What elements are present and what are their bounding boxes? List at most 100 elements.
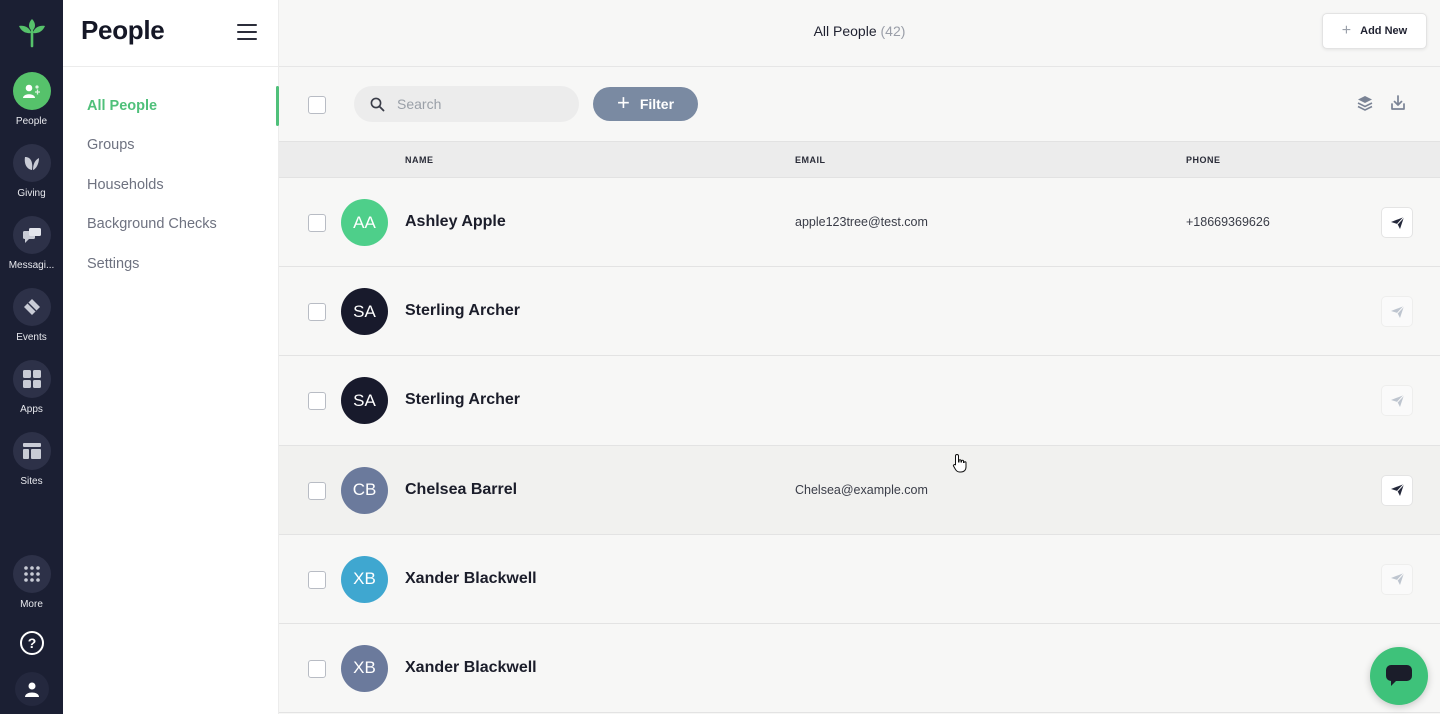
chat-icon (12, 216, 51, 254)
rail-label: Sites (20, 476, 43, 487)
search-box[interactable] (354, 86, 579, 122)
avatar: AA (341, 199, 388, 246)
section-title: People (81, 15, 165, 45)
people-list: AA Ashley Apple apple123tree@test.com +1… (279, 178, 1440, 714)
person-name[interactable]: Ashley Apple (405, 213, 506, 231)
table-row[interactable]: CB Chelsea Barrel Chelsea@example.com (279, 445, 1440, 535)
rail-label: Events (16, 332, 47, 343)
search-icon (370, 97, 385, 111)
table-row[interactable]: XB Xander Blackwell (279, 534, 1440, 624)
send-message-button[interactable] (1381, 207, 1413, 238)
person-name[interactable]: Chelsea Barrel (405, 481, 517, 499)
rail-item-people[interactable]: People (0, 72, 63, 127)
row-checkbox[interactable] (308, 392, 326, 411)
help-icon: ? (19, 631, 44, 655)
chat-bubble-icon (1386, 665, 1412, 686)
layout-icon (12, 432, 51, 470)
table-header: NAME EMAIL PHONE (279, 141, 1440, 178)
person-email: Chelsea@example.com (795, 482, 928, 497)
rail-item-events[interactable]: Events (0, 288, 63, 343)
avatar: XB (341, 644, 388, 692)
section-sidebar: People All People Groups Households Back… (63, 0, 279, 714)
nav-item-groups[interactable]: Groups (63, 126, 279, 166)
download-icon[interactable] (1389, 94, 1407, 112)
svg-text:?: ? (27, 635, 36, 651)
row-checkbox[interactable] (308, 303, 326, 322)
table-row[interactable]: XB Xander Blackwell (279, 623, 1440, 714)
column-header-phone[interactable]: PHONE (1186, 155, 1221, 165)
paper-plane-icon (1390, 483, 1404, 497)
row-checkbox[interactable] (308, 481, 326, 500)
list-toolbar: + Filter (279, 68, 1440, 141)
person-name[interactable]: Xander Blackwell (405, 659, 537, 677)
row-checkbox[interactable] (308, 659, 326, 678)
column-header-name[interactable]: NAME (405, 155, 434, 165)
leaf-icon (12, 144, 51, 182)
rail-item-apps[interactable]: Apps (0, 360, 63, 415)
select-all-checkbox[interactable] (308, 96, 326, 114)
plus-icon: + (1341, 22, 1352, 39)
rail-label: More (20, 599, 43, 610)
people-icon (12, 72, 51, 110)
add-new-label: Add New (1360, 25, 1408, 37)
sidebar-header: People (63, 0, 278, 67)
search-input[interactable] (397, 96, 567, 112)
rail-item-giving[interactable]: Giving (0, 144, 63, 199)
row-checkbox[interactable] (308, 214, 326, 232)
paper-plane-icon (1390, 394, 1404, 407)
nav-item-settings[interactable]: Settings (63, 244, 279, 284)
rail-label: Messagi... (8, 260, 55, 271)
app-rail: People Giving Messagi... Events Apps Sit… (0, 0, 63, 714)
filter-button[interactable]: + Filter (593, 87, 698, 121)
nav-item-background-checks[interactable]: Background Checks (63, 205, 279, 245)
help-button[interactable]: ? (0, 630, 63, 656)
send-message-button[interactable] (1381, 474, 1413, 506)
section-nav: All People Groups Households Background … (63, 86, 279, 284)
page-title: All People (42) (279, 23, 1440, 39)
table-row[interactable]: SA Sterling Archer (279, 267, 1440, 357)
row-checkbox[interactable] (308, 570, 326, 589)
person-name[interactable]: Sterling Archer (405, 302, 520, 320)
grid-icon (12, 360, 51, 398)
person-email: apple123tree@test.com (795, 215, 928, 229)
add-new-button[interactable]: + Add New (1322, 13, 1427, 49)
paper-plane-icon (1390, 216, 1404, 229)
paper-plane-icon (1390, 305, 1404, 318)
page-header: All People (42) + Add New (279, 0, 1440, 67)
page-title-text: All People (813, 23, 877, 39)
people-count: (42) (880, 23, 906, 39)
sprout-logo-icon (18, 19, 45, 48)
layers-icon[interactable] (1356, 94, 1374, 112)
plus-icon: + (616, 90, 630, 115)
rail-label: Giving (17, 188, 46, 199)
send-message-button[interactable] (1381, 385, 1413, 417)
avatar: SA (341, 288, 388, 336)
dots-grid-icon (12, 555, 51, 593)
table-row[interactable]: AA Ashley Apple apple123tree@test.com +1… (279, 178, 1440, 268)
profile-button[interactable] (0, 672, 63, 706)
nav-item-households[interactable]: Households (63, 165, 279, 205)
person-name[interactable]: Sterling Archer (405, 391, 520, 409)
send-message-button[interactable] (1381, 563, 1413, 595)
avatar: XB (341, 555, 388, 603)
column-header-email[interactable]: EMAIL (795, 155, 826, 165)
rail-item-more[interactable]: More (0, 555, 63, 610)
ticket-icon (12, 288, 51, 326)
rail-item-messaging[interactable]: Messagi... (0, 216, 63, 271)
send-message-button[interactable] (1381, 296, 1413, 328)
chat-widget-button[interactable] (1370, 647, 1428, 705)
person-phone: +18669369626 (1186, 215, 1270, 229)
filter-label: Filter (639, 96, 675, 112)
person-name[interactable]: Xander Blackwell (405, 570, 537, 588)
menu-icon[interactable] (237, 24, 257, 40)
table-row[interactable]: SA Sterling Archer (279, 356, 1440, 446)
avatar: SA (341, 377, 388, 425)
rail-item-sites[interactable]: Sites (0, 432, 63, 487)
user-icon (14, 672, 49, 706)
avatar: CB (341, 466, 388, 514)
rail-label: Apps (20, 404, 43, 415)
app-logo[interactable] (0, 10, 63, 54)
paper-plane-icon (1390, 572, 1404, 586)
nav-item-all-people[interactable]: All People (63, 86, 279, 126)
rail-label: People (15, 116, 48, 127)
